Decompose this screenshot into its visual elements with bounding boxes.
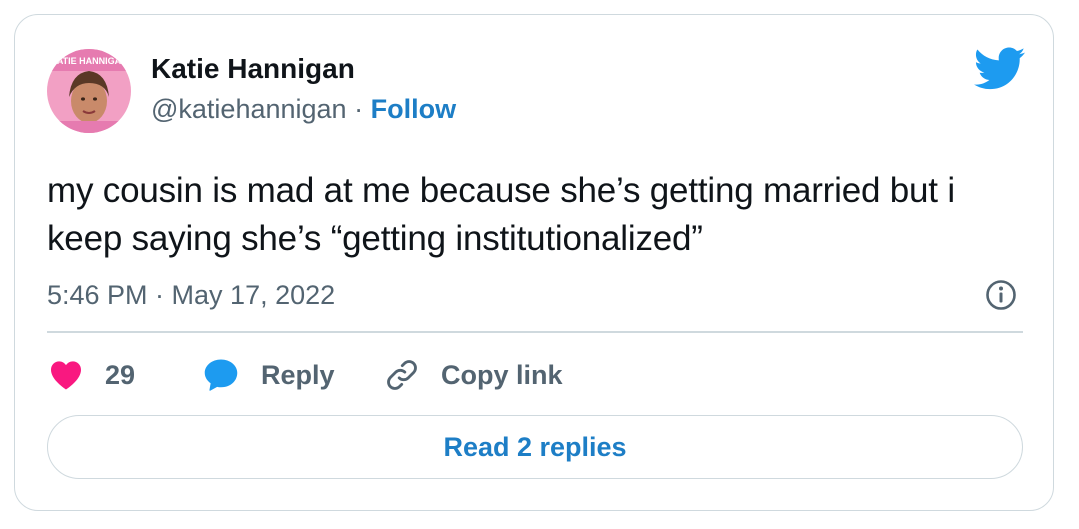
copy-link-button[interactable]: Copy link (385, 355, 563, 395)
copy-link-label: Copy link (441, 359, 563, 390)
info-icon[interactable] (985, 279, 1017, 311)
twitter-bird-icon[interactable] (974, 47, 1026, 91)
reply-button[interactable]: Reply (203, 355, 335, 395)
follow-button[interactable]: Follow (371, 94, 456, 124)
read-replies-button[interactable]: Read 2 replies (47, 415, 1023, 479)
separator-dot: · (354, 94, 364, 124)
tweet-card: KATIE HANNIGAN Katie Hannigan @katiehann… (14, 14, 1054, 511)
speech-bubble-icon (204, 359, 238, 391)
divider (47, 331, 1023, 333)
like-count: 29 (105, 359, 136, 390)
tweet-timestamp[interactable]: 5:46 PM · May 17, 2022 (47, 278, 335, 312)
author-handle-row: @katiehannigan · Follow (151, 92, 456, 126)
heart-icon (51, 361, 81, 390)
avatar-text: KATIE HANNIGAN (50, 56, 127, 66)
link-icon (387, 360, 417, 390)
author-name[interactable]: Katie Hannigan (151, 52, 355, 86)
reply-label: Reply (261, 359, 335, 390)
avatar[interactable]: KATIE HANNIGAN (47, 49, 131, 133)
like-button[interactable]: 29 (49, 355, 135, 395)
author-handle[interactable]: @katiehannigan (151, 94, 347, 124)
tweet-text: my cousin is mad at me because she’s get… (47, 171, 955, 258)
